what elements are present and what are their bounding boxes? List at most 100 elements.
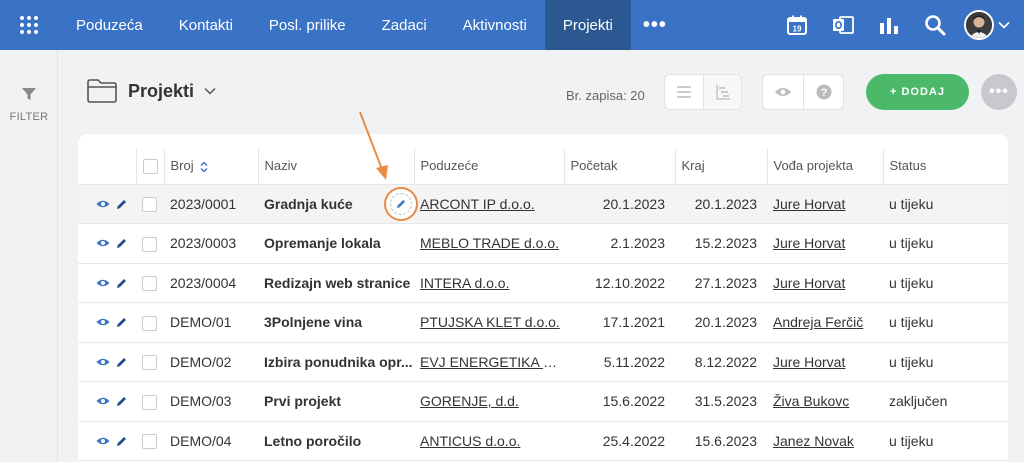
eye-icon[interactable] xyxy=(96,278,110,288)
cell-voda-projekta: Jure Horvat xyxy=(767,263,883,303)
nav-item-posl-prilike[interactable]: Posl. prilike xyxy=(251,0,364,50)
pencil-icon[interactable] xyxy=(116,395,128,407)
table-row[interactable]: 2023/0001 Gradnja kuće ARCONT IP d.o.o. … xyxy=(78,184,1008,224)
calendar-day-text: 19 xyxy=(793,25,802,34)
row-checkbox[interactable] xyxy=(142,197,157,213)
project-lead-link[interactable]: Živa Bukovc xyxy=(773,393,849,409)
eye-icon[interactable] xyxy=(96,357,110,367)
user-menu[interactable] xyxy=(964,10,1010,40)
apps-grid-icon[interactable] xyxy=(0,0,58,50)
more-actions-dots-icon[interactable]: ••• xyxy=(981,74,1017,110)
col-header-kraj[interactable]: Kraj xyxy=(674,148,767,185)
calendar-icon[interactable]: 19 xyxy=(774,0,820,50)
nav-more-dots-icon[interactable]: ••• xyxy=(631,0,679,50)
row-checkbox[interactable] xyxy=(142,276,157,292)
eye-icon[interactable] xyxy=(96,436,110,446)
cell-naziv[interactable]: Opremanje lokala xyxy=(258,223,414,264)
row-checkbox[interactable] xyxy=(142,434,157,450)
cell-kraj: 15.2.2023 xyxy=(675,223,767,264)
nav-item-poduzeca[interactable]: Poduzeća xyxy=(58,0,161,50)
nav-item-aktivnosti[interactable]: Aktivnosti xyxy=(445,0,545,50)
row-actions xyxy=(78,184,136,224)
bar-chart-icon[interactable] xyxy=(866,0,912,50)
pencil-icon[interactable] xyxy=(116,316,128,328)
company-link[interactable]: MEBLO TRADE d.o.o. xyxy=(420,235,559,251)
cell-naziv[interactable]: Izbira ponudnika opr... xyxy=(258,342,414,382)
table-row[interactable]: DEMO/02 Izbira ponudnika opr... EVJ ENER… xyxy=(78,342,1008,382)
cell-kraj: 31.5.2023 xyxy=(675,381,767,422)
page-title-dropdown[interactable]: Projekti xyxy=(86,78,216,104)
inline-edit-button[interactable] xyxy=(384,187,418,221)
outlook-icon[interactable] xyxy=(820,0,866,50)
filter-button[interactable]: FILTER xyxy=(0,86,58,123)
pencil-icon[interactable] xyxy=(116,198,128,210)
cell-poduzece: MEBLO TRADE d.o.o. xyxy=(414,223,564,264)
cell-pocetak: 25.4.2022 xyxy=(564,421,675,461)
company-link[interactable]: EVJ ENERGETIKA d.o.o. xyxy=(420,354,564,370)
cell-naziv[interactable]: Letno poročilo xyxy=(258,421,414,461)
project-lead-link[interactable]: Andreja Ferčič xyxy=(773,314,863,330)
row-actions xyxy=(78,342,136,382)
col-header-broj[interactable]: Broj xyxy=(163,148,258,185)
cell-naziv[interactable]: Redizajn web stranice xyxy=(258,263,414,303)
table-row[interactable]: DEMO/03 Prvi projekt GORENJE, d.d. 15.6.… xyxy=(78,381,1008,422)
row-checkbox[interactable] xyxy=(142,315,157,331)
project-lead-link[interactable]: Jure Horvat xyxy=(773,196,845,212)
row-checkbox[interactable] xyxy=(142,394,157,410)
cell-broj: DEMO/04 xyxy=(164,421,258,461)
gantt-view-button[interactable] xyxy=(703,75,741,109)
pencil-icon[interactable] xyxy=(116,277,128,289)
col-header-poduzece[interactable]: Poduzeće xyxy=(413,148,564,185)
project-lead-link[interactable]: Jure Horvat xyxy=(773,354,845,370)
eye-icon[interactable] xyxy=(96,317,110,327)
cell-kraj: 20.1.2023 xyxy=(675,184,767,224)
search-icon[interactable] xyxy=(912,0,958,50)
table-header-row: Broj Naziv Poduzeće Početak Kraj Vođa pr… xyxy=(78,148,1008,185)
folder-icon xyxy=(87,79,117,103)
help-button[interactable]: ? xyxy=(803,75,843,109)
cell-naziv[interactable]: Prvi projekt xyxy=(258,381,414,422)
project-lead-link[interactable]: Jure Horvat xyxy=(773,235,845,251)
company-link[interactable]: INTERA d.o.o. xyxy=(420,275,509,291)
table-row[interactable]: DEMO/04 Letno poročilo ANTICUS d.o.o. 25… xyxy=(78,421,1008,461)
cell-status: u tijeku xyxy=(883,184,1008,224)
pencil-icon[interactable] xyxy=(116,237,128,249)
eye-icon[interactable] xyxy=(96,396,110,406)
pencil-icon[interactable] xyxy=(116,356,128,368)
project-lead-link[interactable]: Janez Novak xyxy=(773,433,854,449)
row-checkbox[interactable] xyxy=(142,355,157,371)
row-actions xyxy=(78,302,136,343)
table-row[interactable]: DEMO/01 3Polnjene vina PTUJSKA KLET d.o.… xyxy=(78,302,1008,343)
select-all-header xyxy=(135,148,164,185)
eye-icon[interactable] xyxy=(96,199,110,209)
company-link[interactable]: ARCONT IP d.o.o. xyxy=(420,196,535,212)
company-link[interactable]: ANTICUS d.o.o. xyxy=(420,433,520,449)
add-button[interactable]: + DODAJ xyxy=(866,74,969,110)
nav-item-projekti[interactable]: Projekti xyxy=(544,0,631,50)
nav-item-zadaci[interactable]: Zadaci xyxy=(364,0,445,50)
col-header-voda-projekta[interactable]: Vođa projekta xyxy=(766,148,883,185)
company-link[interactable]: PTUJSKA KLET d.o.o. xyxy=(420,314,560,330)
row-select-cell xyxy=(136,263,164,303)
list-view-button[interactable] xyxy=(665,75,703,109)
pencil-icon[interactable] xyxy=(116,435,128,447)
col-header-pocetak[interactable]: Početak xyxy=(563,148,675,185)
select-all-checkbox[interactable] xyxy=(142,158,158,174)
watch-button[interactable] xyxy=(763,75,803,109)
cell-poduzece: ANTICUS d.o.o. xyxy=(414,421,564,461)
company-link[interactable]: GORENJE, d.d. xyxy=(420,393,519,409)
projects-table: Broj Naziv Poduzeće Početak Kraj Vođa pr… xyxy=(78,148,1008,461)
table-row[interactable]: 2023/0003 Opremanje lokala MEBLO TRADE d… xyxy=(78,223,1008,264)
nav-item-kontakti[interactable]: Kontakti xyxy=(161,0,251,50)
eye-icon[interactable] xyxy=(96,238,110,248)
top-icon-group: 19 xyxy=(774,0,1024,50)
project-lead-link[interactable]: Jure Horvat xyxy=(773,275,845,291)
view-toggle xyxy=(664,74,742,110)
cell-kraj: 8.12.2022 xyxy=(675,342,767,382)
svg-text:?: ? xyxy=(820,87,827,99)
row-checkbox[interactable] xyxy=(142,236,157,252)
cell-naziv[interactable]: 3Polnjene vina xyxy=(258,302,414,343)
table-row[interactable]: 2023/0004 Redizajn web stranice INTERA d… xyxy=(78,263,1008,303)
col-header-status[interactable]: Status xyxy=(882,148,1008,185)
cell-poduzece: PTUJSKA KLET d.o.o. xyxy=(414,302,564,343)
